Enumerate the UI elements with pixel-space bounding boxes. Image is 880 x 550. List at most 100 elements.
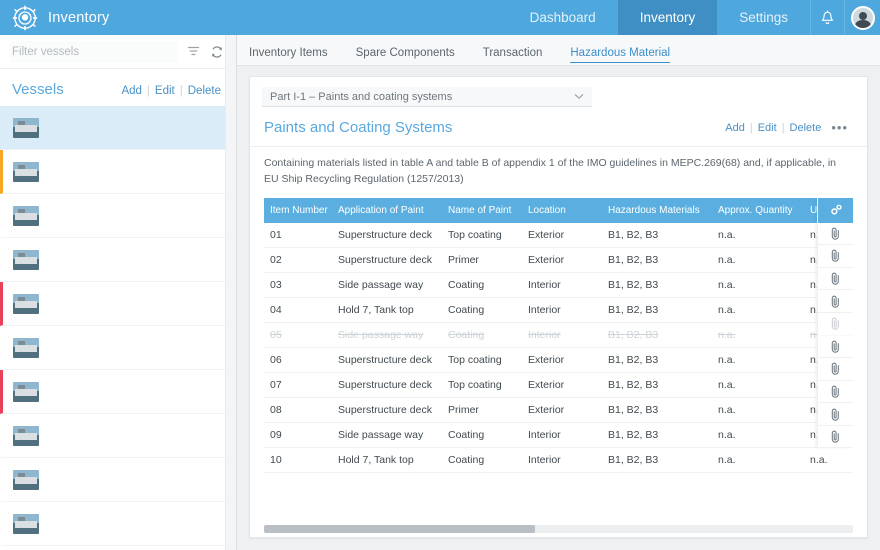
paperclip-attachment-icon[interactable] — [818, 336, 853, 359]
paperclip-attachment-icon[interactable] — [818, 426, 853, 449]
column-settings-gear-icon[interactable] — [818, 197, 853, 223]
vessels-delete-button[interactable]: Delete — [183, 85, 226, 97]
vessel-list-item[interactable] — [0, 194, 236, 238]
vessel-list-item[interactable] — [0, 238, 236, 282]
cell-name: Coating — [442, 422, 522, 448]
vessel-list-item[interactable] — [0, 106, 236, 150]
cell-hazardous: B1, B2, B3 — [602, 322, 712, 348]
column-header-approx-quantity[interactable]: Approx. Quantity — [712, 197, 804, 223]
vessel-list-item[interactable] — [0, 458, 236, 502]
nav-inventory[interactable]: Inventory — [617, 0, 718, 35]
tab-spare-components[interactable]: Spare Components — [342, 47, 469, 65]
nav-settings[interactable]: Settings — [717, 0, 810, 35]
cell-item: 09 — [264, 422, 332, 448]
column-header-location[interactable]: Location — [522, 197, 602, 223]
nav-dashboard[interactable]: Dashboard — [508, 0, 618, 35]
cell-application: Side passage way — [332, 422, 442, 448]
user-avatar-button[interactable] — [844, 0, 880, 35]
table-row[interactable]: 08 Superstructure deck Primer Exterior B1, B… — [264, 397, 853, 423]
part-select-row: Part I-1 – Paints and coating systems — [250, 77, 867, 115]
cell-quantity: n.a. — [712, 222, 804, 248]
vessel-list-item[interactable] — [0, 546, 236, 550]
vessels-edit-button[interactable]: Edit — [150, 85, 180, 97]
part-select-dropdown[interactable]: Part I-1 – Paints and coating systems — [262, 87, 592, 107]
cell-quantity: n.a. — [712, 297, 804, 323]
sidebar-scrollbar[interactable] — [225, 35, 236, 550]
cell-name: Top coating — [442, 222, 522, 248]
vessel-list-item[interactable] — [0, 326, 236, 370]
table-scroller[interactable]: Item Number Application of Paint Name of P… — [264, 197, 853, 519]
card-add-button[interactable]: Add — [720, 122, 750, 134]
cell-item: 03 — [264, 272, 332, 298]
paperclip-attachment-icon[interactable] — [818, 313, 853, 336]
cell-quantity: n.a. — [712, 447, 804, 473]
tab-hazardous-material[interactable]: Hazardous Material — [556, 47, 684, 65]
cell-location: Interior — [522, 322, 602, 348]
cell-item: 08 — [264, 397, 332, 423]
cell-item: 06 — [264, 347, 332, 373]
ship-wheel-logo-icon — [12, 5, 38, 31]
table-row[interactable]: 03 Side passage way Coating Interior B1, B2,… — [264, 272, 853, 298]
card-edit-button[interactable]: Edit — [753, 122, 782, 134]
table-row[interactable]: 01 Superstructure deck Top coating Exterior… — [264, 222, 853, 248]
vessel-thumbnail — [13, 161, 39, 182]
paperclip-attachment-icon[interactable] — [818, 381, 853, 404]
table-row[interactable]: 02 Superstructure deck Primer Exterior B1, B… — [264, 247, 853, 273]
scrollbar-thumb[interactable] — [264, 525, 535, 533]
notification-bell-icon[interactable] — [810, 0, 844, 35]
cell-name: Top coating — [442, 347, 522, 373]
table-row[interactable]: 07 Superstructure deck Top coating Exterior… — [264, 372, 853, 398]
table-horizontal-scrollbar[interactable] — [264, 525, 853, 533]
card-description: Containing materials listed in table A a… — [250, 146, 867, 198]
cell-name: Coating — [442, 322, 522, 348]
vessel-list-item[interactable] — [0, 370, 236, 414]
column-header-hazardous-materials[interactable]: Hazardous Materials — [602, 197, 712, 223]
vessel-list[interactable] — [0, 106, 236, 550]
paperclip-attachment-icon[interactable] — [818, 290, 853, 313]
table-row[interactable]: 04 Hold 7, Tank top Coating Interior B1, B2,… — [264, 297, 853, 323]
card-more-options-button[interactable]: ••• — [826, 120, 853, 135]
cell-location: Interior — [522, 297, 602, 323]
cell-hazardous: B1, B2, B3 — [602, 247, 712, 273]
vessel-list-item[interactable] — [0, 502, 236, 546]
column-header-application-of-paint[interactable]: Application of Paint — [332, 197, 442, 223]
tab-inventory-items[interactable]: Inventory Items — [249, 47, 342, 65]
main-content: Inventory Items Spare Components Transacti… — [237, 35, 880, 550]
filter-vessels-input[interactable] — [10, 40, 178, 63]
vessel-thumbnail — [13, 249, 39, 270]
cell-hazardous: B1, B2, B3 — [602, 297, 712, 323]
table-row[interactable]: 05 Side passage way Coating Interior B1, B2,… — [264, 322, 853, 348]
cell-hazardous: B1, B2, B3 — [602, 397, 712, 423]
cell-location: Exterior — [522, 222, 602, 248]
hazardous-material-card: Part I-1 – Paints and coating systems Pa… — [249, 76, 868, 538]
table-header-row: Item Number Application of Paint Name of P… — [264, 197, 853, 223]
refresh-icon[interactable] — [208, 43, 226, 61]
table-body: 01 Superstructure deck Top coating Exterior… — [264, 222, 853, 473]
paperclip-attachment-icon[interactable] — [818, 403, 853, 426]
vessels-add-button[interactable]: Add — [116, 85, 146, 97]
cell-location: Interior — [522, 422, 602, 448]
column-header-name-of-paint[interactable]: Name of Paint — [442, 197, 522, 223]
vessel-thumbnail — [13, 337, 39, 358]
vessel-list-item[interactable] — [0, 150, 236, 194]
table-row[interactable]: 06 Superstructure deck Top coating Exterior… — [264, 347, 853, 373]
column-header-item-number[interactable]: Item Number — [264, 197, 332, 223]
cell-application: Superstructure deck — [332, 247, 442, 273]
table-row[interactable]: 09 Side passage way Coating Interior B1, B2,… — [264, 422, 853, 448]
paperclip-attachment-icon[interactable] — [818, 245, 853, 268]
paperclip-attachment-icon[interactable] — [818, 223, 853, 246]
funnel-filter-icon[interactable] — [184, 43, 202, 61]
table-row[interactable]: 10 Hold 7, Tank top Coating Interior B1, B2,… — [264, 447, 853, 473]
paperclip-attachment-icon[interactable] — [818, 358, 853, 381]
vessels-sidebar: Vessels Add | Edit | Delete — [0, 35, 237, 550]
part-select-value: Part I-1 – Paints and coating systems — [270, 90, 453, 103]
vessel-list-item[interactable] — [0, 282, 236, 326]
vessel-list-item[interactable] — [0, 414, 236, 458]
card-delete-button[interactable]: Delete — [785, 122, 827, 134]
table-head: Item Number Application of Paint Name of P… — [264, 197, 853, 223]
vessels-title: Vessels — [12, 81, 64, 98]
cell-location: Exterior — [522, 397, 602, 423]
paperclip-attachment-icon[interactable] — [818, 268, 853, 291]
tab-transaction[interactable]: Transaction — [469, 47, 557, 65]
cell-hazardous: B1, B2, B3 — [602, 372, 712, 398]
